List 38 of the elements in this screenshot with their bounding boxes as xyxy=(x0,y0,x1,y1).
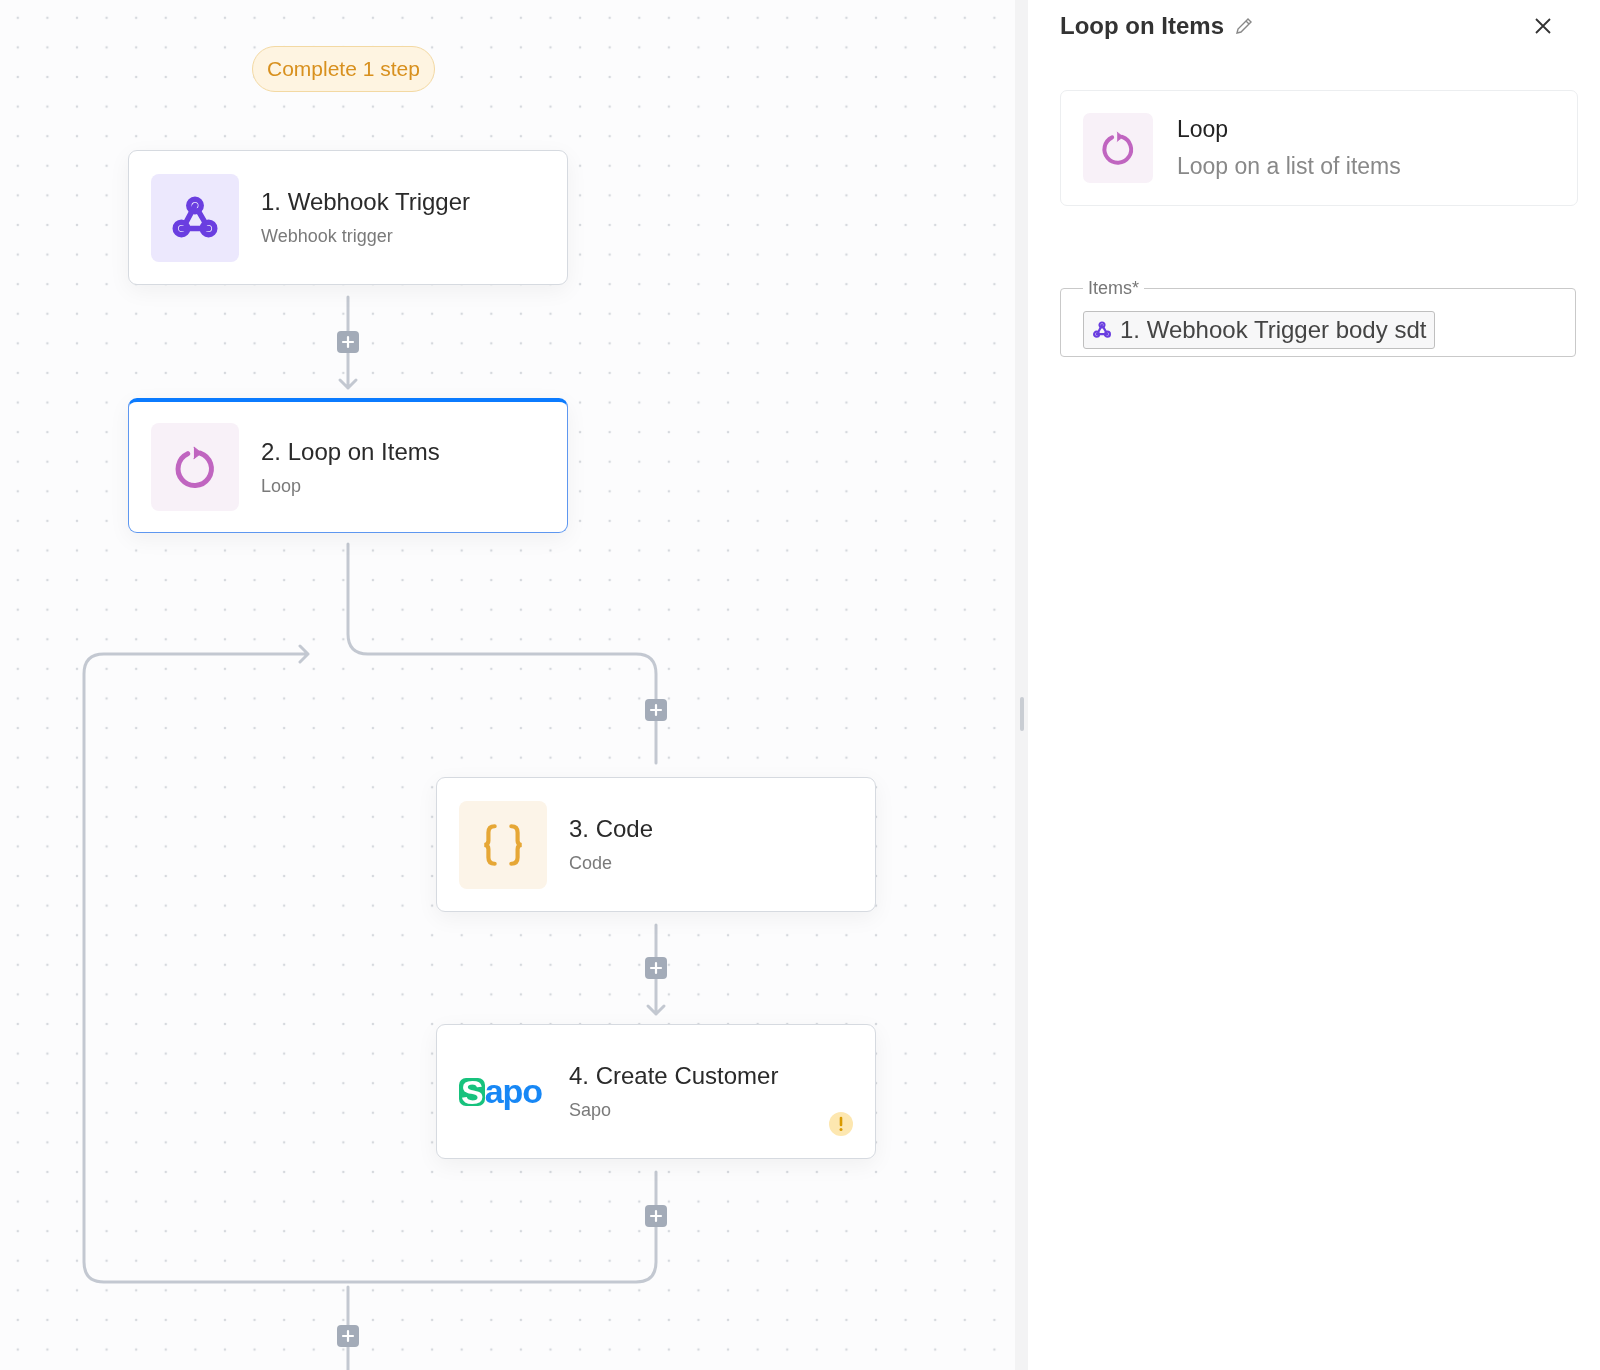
resize-handle[interactable] xyxy=(1019,697,1024,731)
add-step-button[interactable] xyxy=(337,331,359,353)
data-chip[interactable]: 1. Webhook Trigger body sdt xyxy=(1083,311,1436,349)
piece-description: Loop on a list of items xyxy=(1177,153,1401,180)
step-card[interactable]: Sapo 4. Create Customer Sapo xyxy=(436,1024,876,1159)
panel-title: Loop on Items xyxy=(1060,12,1224,40)
step-title: 1. Webhook Trigger xyxy=(261,188,470,216)
webhook-icon xyxy=(151,173,239,262)
edit-icon[interactable] xyxy=(1234,16,1254,36)
items-field[interactable]: Items* 1. Webhook Trigger body sdt xyxy=(1060,278,1576,357)
plus-icon xyxy=(341,335,355,349)
close-icon[interactable] xyxy=(1534,17,1552,35)
add-step-button[interactable] xyxy=(645,957,667,979)
loop-icon xyxy=(1083,113,1153,183)
piece-name: Loop xyxy=(1177,116,1230,143)
sapo-logo: Sapo xyxy=(459,1072,544,1111)
add-step-button[interactable] xyxy=(645,699,667,721)
add-step-button[interactable] xyxy=(337,1325,359,1347)
step-subtitle: Code xyxy=(569,853,614,874)
step-title: 4. Create Customer xyxy=(569,1062,779,1090)
step-subtitle: Loop xyxy=(261,475,303,497)
field-label: Items* xyxy=(1087,278,1140,299)
step-subtitle: Sapo xyxy=(569,1100,613,1121)
step-card[interactable]: 3. Code Code xyxy=(436,777,876,912)
step-card[interactable]: 1. Webhook Trigger Webhook trigger xyxy=(128,150,568,285)
plus-icon xyxy=(341,1329,355,1343)
step-card[interactable]: 2. Loop on Items Loop xyxy=(128,398,568,533)
plus-icon xyxy=(649,961,663,975)
status-badge: Complete 1 step xyxy=(252,46,435,92)
step-title: 2. Loop on Items xyxy=(261,437,440,466)
plus-icon xyxy=(649,1209,663,1223)
step-subtitle: Webhook trigger xyxy=(261,226,394,247)
loop-icon xyxy=(151,423,239,511)
add-step-button[interactable] xyxy=(645,1205,667,1227)
code-braces-icon xyxy=(459,800,547,889)
plus-icon xyxy=(649,703,663,717)
step-title: 3. Code xyxy=(569,815,654,843)
webhook-icon xyxy=(1092,320,1112,340)
